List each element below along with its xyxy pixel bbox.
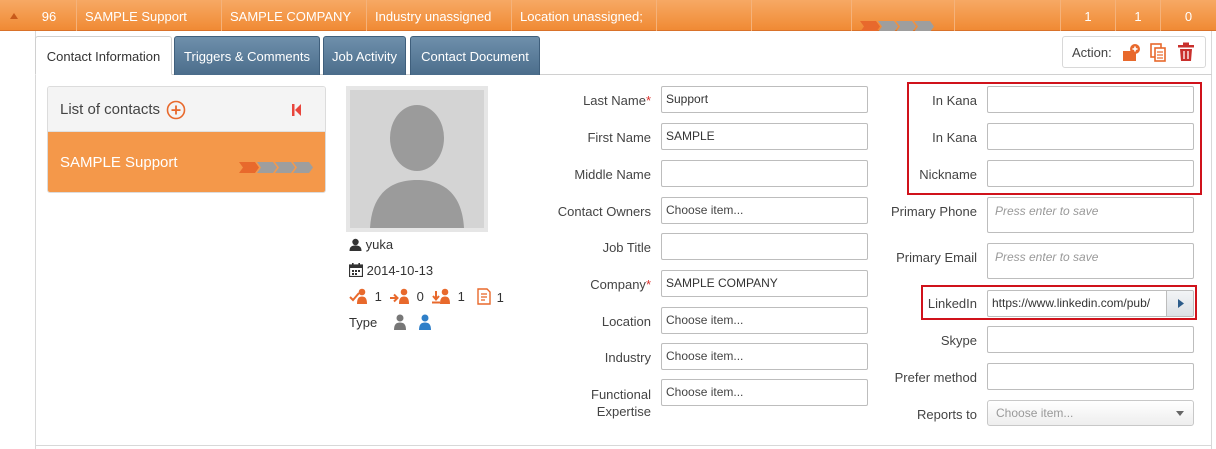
collapse-triangle-icon[interactable] xyxy=(10,13,18,19)
row-count-3: 0 xyxy=(1184,9,1193,24)
owner-name: yuka xyxy=(365,237,394,252)
row-id: 96 xyxy=(22,0,77,31)
document-icon xyxy=(477,288,491,305)
linkedin-open-button[interactable] xyxy=(1166,291,1193,316)
stat-trigger-check-value: 1 xyxy=(374,289,382,304)
location-input[interactable]: Choose item... xyxy=(661,307,868,334)
trigger-forward-icon xyxy=(390,288,409,304)
contacts-list-title: List of contacts xyxy=(60,101,161,118)
contact-owners-input[interactable]: Choose item... xyxy=(661,197,868,224)
add-contact-circle-icon[interactable] xyxy=(166,100,186,120)
primary-email-label: Primary Email xyxy=(896,250,977,265)
in-kana-1-label: In Kana xyxy=(932,93,977,108)
linkedin-input[interactable]: https://www.linkedin.com/pub/ xyxy=(987,290,1194,317)
in-kana-2-input[interactable] xyxy=(987,123,1194,150)
avatar-placeholder-icon xyxy=(350,90,484,228)
play-arrow-icon xyxy=(1178,299,1184,308)
first-name-input[interactable]: SAMPLE xyxy=(661,123,868,150)
contact-list-item-name: SAMPLE Support xyxy=(60,154,178,171)
stat-trigger-down-value: 1 xyxy=(457,289,465,304)
in-kana-2-label: In Kana xyxy=(932,130,977,145)
skype-input[interactable] xyxy=(987,326,1194,353)
trigger-down-icon xyxy=(432,288,450,304)
primary-email-input[interactable]: Press enter to save xyxy=(987,243,1194,279)
type-label: Type xyxy=(349,315,378,330)
job-title-input[interactable] xyxy=(661,233,868,260)
calendar-icon xyxy=(348,263,364,278)
tab-triggers-comments[interactable]: Triggers & Comments xyxy=(174,36,320,75)
copy-icon[interactable] xyxy=(1149,43,1167,63)
trigger-check-icon xyxy=(349,288,367,304)
middle-name-label: Middle Name xyxy=(574,167,651,182)
industry-input[interactable]: Choose item... xyxy=(661,343,868,370)
reports-to-select[interactable]: Choose item... xyxy=(987,400,1194,426)
contacts-list-header: List of contacts xyxy=(48,87,325,132)
type-row: Type xyxy=(349,314,432,330)
delete-icon[interactable] xyxy=(1177,42,1195,62)
row-empty-3 xyxy=(955,0,1061,31)
stat-trigger-forward[interactable]: 0 xyxy=(389,288,424,304)
contact-owners-label: Contact Owners xyxy=(557,204,651,219)
middle-name-input[interactable] xyxy=(661,160,868,187)
company-label: Company* xyxy=(590,277,651,292)
last-name-label: Last Name* xyxy=(583,93,651,108)
contact-avatar[interactable] xyxy=(346,86,488,232)
nickname-label: Nickname xyxy=(919,167,977,182)
tab-contact-document[interactable]: Contact Document xyxy=(410,36,540,75)
prefer-method-label: Prefer method xyxy=(894,370,977,385)
action-label: Action: xyxy=(1072,45,1112,60)
nickname-input[interactable] xyxy=(987,160,1194,187)
location-label: Location xyxy=(601,314,651,329)
row-location: Location unassigned; xyxy=(512,0,657,31)
functional-expertise-label: Functional Expertise xyxy=(591,387,651,419)
progress-chevrons-icon xyxy=(239,162,313,173)
contact-row-header[interactable]: 96 SAMPLE Support SAMPLE COMPANY Industr… xyxy=(0,0,1216,31)
primary-phone-input[interactable]: Press enter to save xyxy=(987,197,1194,233)
stat-trigger-down[interactable]: 1 xyxy=(432,288,465,304)
in-kana-1-input[interactable] xyxy=(987,86,1194,113)
contacts-list: List of contacts SAMPLE Support xyxy=(47,86,326,193)
company-input[interactable]: SAMPLE COMPANY xyxy=(661,270,868,297)
stat-document-value: 1 xyxy=(496,290,504,305)
tab-job-activity[interactable]: Job Activity xyxy=(323,36,406,75)
action-toolbar: Action: xyxy=(1062,36,1206,68)
stat-document[interactable]: 1 xyxy=(475,288,504,305)
collapse-list-icon[interactable] xyxy=(292,104,302,116)
last-name-input[interactable]: Support xyxy=(661,86,868,113)
row-industry: Industry unassigned xyxy=(367,0,512,31)
job-title-label: Job Title xyxy=(602,240,651,255)
reports-to-value: Choose item... xyxy=(996,406,1074,420)
row-contact-name: SAMPLE Support xyxy=(77,0,222,31)
person-gray-icon[interactable] xyxy=(393,314,407,330)
person-blue-icon[interactable] xyxy=(418,314,432,330)
linkedin-label: LinkedIn xyxy=(927,296,977,311)
prefer-method-input[interactable] xyxy=(987,363,1194,390)
created-date: 2014-10-13 xyxy=(366,263,434,278)
contact-list-item[interactable]: SAMPLE Support xyxy=(48,132,325,192)
owner-row: yuka xyxy=(349,237,393,252)
stat-trigger-forward-value: 0 xyxy=(416,289,424,304)
row-progress xyxy=(852,0,955,31)
panel-bottom-border xyxy=(35,445,1212,446)
user-icon xyxy=(349,238,362,251)
add-contact-icon[interactable] xyxy=(1121,43,1141,63)
row-company: SAMPLE COMPANY xyxy=(222,0,367,31)
functional-expertise-input[interactable]: Choose item... xyxy=(661,379,868,406)
primary-phone-label: Primary Phone xyxy=(891,204,977,219)
progress-chevrons xyxy=(860,11,940,31)
row-empty-2 xyxy=(752,0,852,31)
row-count-1: 1 xyxy=(1061,0,1116,31)
linkedin-value: https://www.linkedin.com/pub/ xyxy=(992,296,1151,310)
row-count-2: 1 xyxy=(1116,0,1161,31)
industry-label: Industry xyxy=(604,350,651,365)
date-row: 2014-10-13 xyxy=(348,263,434,278)
reports-to-label: Reports to xyxy=(917,407,977,422)
chevron-down-icon xyxy=(1176,411,1184,416)
row-empty-1 xyxy=(657,0,752,31)
progress-chevrons-icon xyxy=(860,21,934,31)
skype-label: Skype xyxy=(940,333,977,348)
first-name-label: First Name xyxy=(587,130,651,145)
tab-contact-information[interactable]: Contact Information xyxy=(35,36,172,75)
